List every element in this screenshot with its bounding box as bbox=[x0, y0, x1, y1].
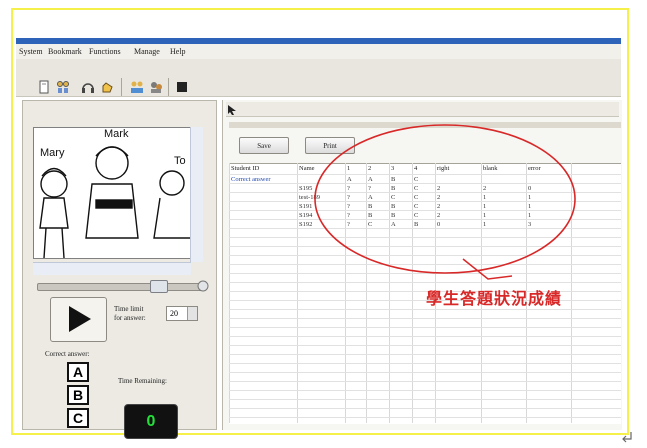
annotation-ellipse bbox=[314, 124, 576, 274]
return-icon bbox=[622, 432, 632, 443]
annotation-label: 學生答題狀況成績 bbox=[426, 289, 563, 308]
annotation-layer bbox=[314, 124, 576, 280]
